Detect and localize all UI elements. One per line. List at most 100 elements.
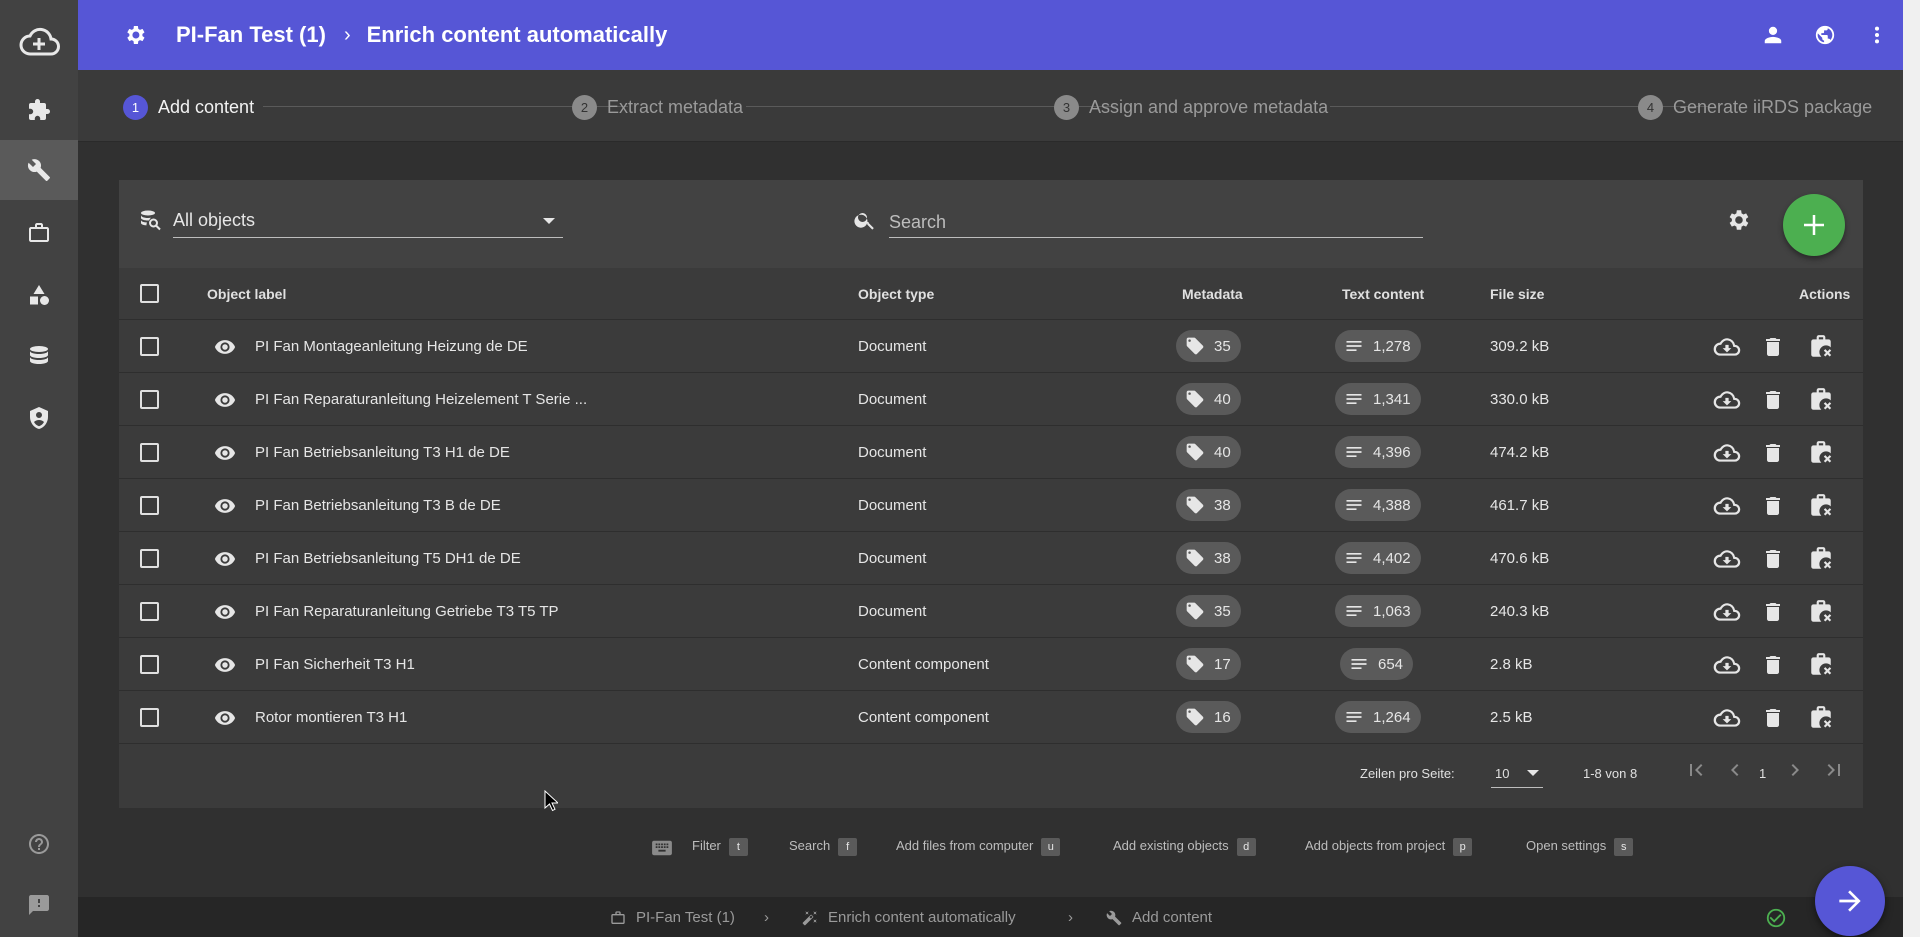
delete-icon[interactable]: [1761, 705, 1785, 731]
eye-icon[interactable]: [213, 336, 237, 358]
row-checkbox[interactable]: [140, 708, 159, 727]
next-page-icon[interactable]: [1783, 758, 1807, 782]
text-content-chip[interactable]: 654: [1340, 648, 1414, 680]
text-content-chip[interactable]: 1,063: [1335, 595, 1421, 627]
row-checkbox[interactable]: [140, 496, 159, 515]
metadata-count-chip[interactable]: 17: [1176, 648, 1241, 680]
table-row[interactable]: PI Fan Betriebsanleitung T3 H1 de DE Docu…: [119, 426, 1863, 479]
last-page-icon[interactable]: [1822, 758, 1846, 782]
metadata-count-chip[interactable]: 35: [1176, 595, 1241, 627]
object-label[interactable]: PI Fan Betriebsanleitung T5 DH1 de DE: [255, 550, 521, 567]
table-row[interactable]: PI Fan Betriebsanleitung T5 DH1 de DE Doc…: [119, 532, 1863, 585]
status-crumb-page[interactable]: Enrich content automatically: [802, 909, 1016, 926]
cloud-download-icon[interactable]: [1713, 440, 1741, 466]
text-content-chip[interactable]: 4,402: [1335, 542, 1421, 574]
cloud-download-icon[interactable]: [1713, 387, 1741, 413]
cloud-download-icon[interactable]: [1713, 493, 1741, 519]
delete-icon[interactable]: [1761, 599, 1785, 625]
remove-from-project-icon[interactable]: [1808, 493, 1834, 519]
table-row[interactable]: PI Fan Betriebsanleitung T3 B de DE Docum…: [119, 479, 1863, 532]
table-row[interactable]: PI Fan Reparaturanleitung Heizelement T …: [119, 373, 1863, 426]
delete-icon[interactable]: [1761, 387, 1785, 413]
metadata-count-chip[interactable]: 38: [1176, 489, 1241, 521]
first-page-icon[interactable]: [1684, 758, 1708, 782]
sidebar-item-admin[interactable]: [0, 388, 78, 448]
metadata-count-chip[interactable]: 40: [1176, 436, 1241, 468]
metadata-count-chip[interactable]: 38: [1176, 542, 1241, 574]
sidebar-item-shapes[interactable]: [0, 265, 78, 325]
language-button[interactable]: [1799, 0, 1851, 70]
object-label[interactable]: PI Fan Betriebsanleitung T3 H1 de DE: [255, 444, 510, 461]
remove-from-project-icon[interactable]: [1808, 599, 1834, 625]
table-row[interactable]: Rotor montieren T3 H1 Content component 16…: [119, 691, 1863, 744]
delete-icon[interactable]: [1761, 652, 1785, 678]
table-settings-gear-icon[interactable]: [1725, 207, 1751, 233]
status-crumb-project[interactable]: PI-Fan Test (1): [610, 909, 735, 926]
rows-per-page-select[interactable]: 10: [1491, 760, 1543, 788]
sidebar-item-projects[interactable]: [0, 203, 78, 263]
remove-from-project-icon[interactable]: [1808, 387, 1834, 413]
more-menu-button[interactable]: [1851, 0, 1903, 70]
cloud-upload-logo-icon[interactable]: [0, 14, 78, 70]
table-row[interactable]: PI Fan Montageanleitung Heizung de DE Doc…: [119, 320, 1863, 373]
delete-icon[interactable]: [1761, 546, 1785, 572]
delete-icon[interactable]: [1761, 440, 1785, 466]
row-checkbox[interactable]: [140, 549, 159, 568]
cloud-download-icon[interactable]: [1713, 705, 1741, 731]
cloud-download-icon[interactable]: [1713, 334, 1741, 360]
column-header-text[interactable]: Text content: [1342, 286, 1424, 302]
remove-from-project-icon[interactable]: [1808, 440, 1834, 466]
step-extract-metadata[interactable]: 2 Extract metadata: [572, 94, 743, 120]
object-label[interactable]: Rotor montieren T3 H1: [255, 709, 407, 726]
step-add-content[interactable]: 1 Add content: [123, 94, 254, 120]
column-header-size[interactable]: File size: [1490, 286, 1544, 302]
delete-icon[interactable]: [1761, 493, 1785, 519]
search-input[interactable]: [889, 202, 1423, 238]
page-scrollbar[interactable]: [1903, 0, 1920, 937]
next-step-button[interactable]: [1815, 866, 1885, 936]
breadcrumb-project[interactable]: PI-Fan Test (1): [176, 22, 326, 48]
eye-icon[interactable]: [213, 495, 237, 517]
account-button[interactable]: [1747, 0, 1799, 70]
table-row[interactable]: PI Fan Reparaturanleitung Getriebe T3 T5…: [119, 585, 1863, 638]
text-content-chip[interactable]: 4,388: [1335, 489, 1421, 521]
sidebar-item-database[interactable]: [0, 326, 78, 386]
previous-page-icon[interactable]: [1723, 758, 1747, 782]
table-row[interactable]: PI Fan Sicherheit T3 H1 Content component…: [119, 638, 1863, 691]
object-label[interactable]: PI Fan Sicherheit T3 H1: [255, 656, 415, 673]
object-label[interactable]: PI Fan Reparaturanleitung Heizelement T …: [255, 391, 587, 408]
eye-icon[interactable]: [213, 442, 237, 464]
row-checkbox[interactable]: [140, 443, 159, 462]
remove-from-project-icon[interactable]: [1808, 546, 1834, 572]
object-label[interactable]: PI Fan Betriebsanleitung T3 B de DE: [255, 497, 501, 514]
project-settings-button[interactable]: [122, 22, 148, 48]
eye-icon[interactable]: [213, 389, 237, 411]
feedback-button[interactable]: [0, 875, 78, 935]
row-checkbox[interactable]: [140, 602, 159, 621]
text-content-chip[interactable]: 4,396: [1335, 436, 1421, 468]
cloud-download-icon[interactable]: [1713, 546, 1741, 572]
column-header-label[interactable]: Object label: [207, 286, 286, 302]
step-assign-metadata[interactable]: 3 Assign and approve metadata: [1054, 94, 1328, 120]
remove-from-project-icon[interactable]: [1808, 334, 1834, 360]
add-content-button[interactable]: [1783, 194, 1845, 256]
text-content-chip[interactable]: 1,278: [1335, 330, 1421, 362]
eye-icon[interactable]: [213, 601, 237, 623]
text-content-chip[interactable]: 1,341: [1335, 383, 1421, 415]
object-filter-select[interactable]: All objects: [173, 202, 563, 238]
object-label[interactable]: PI Fan Montageanleitung Heizung de DE: [255, 338, 528, 355]
remove-from-project-icon[interactable]: [1808, 652, 1834, 678]
cloud-download-icon[interactable]: [1713, 599, 1741, 625]
eye-icon[interactable]: [213, 548, 237, 570]
row-checkbox[interactable]: [140, 337, 159, 356]
row-checkbox[interactable]: [140, 390, 159, 409]
column-header-metadata[interactable]: Metadata: [1182, 286, 1243, 302]
column-header-type[interactable]: Object type: [858, 286, 934, 302]
eye-icon[interactable]: [213, 654, 237, 676]
sidebar-item-plugins[interactable]: [0, 80, 78, 140]
text-content-chip[interactable]: 1,264: [1335, 701, 1421, 733]
metadata-count-chip[interactable]: 16: [1176, 701, 1241, 733]
row-checkbox[interactable]: [140, 655, 159, 674]
cloud-download-icon[interactable]: [1713, 652, 1741, 678]
eye-icon[interactable]: [213, 707, 237, 729]
